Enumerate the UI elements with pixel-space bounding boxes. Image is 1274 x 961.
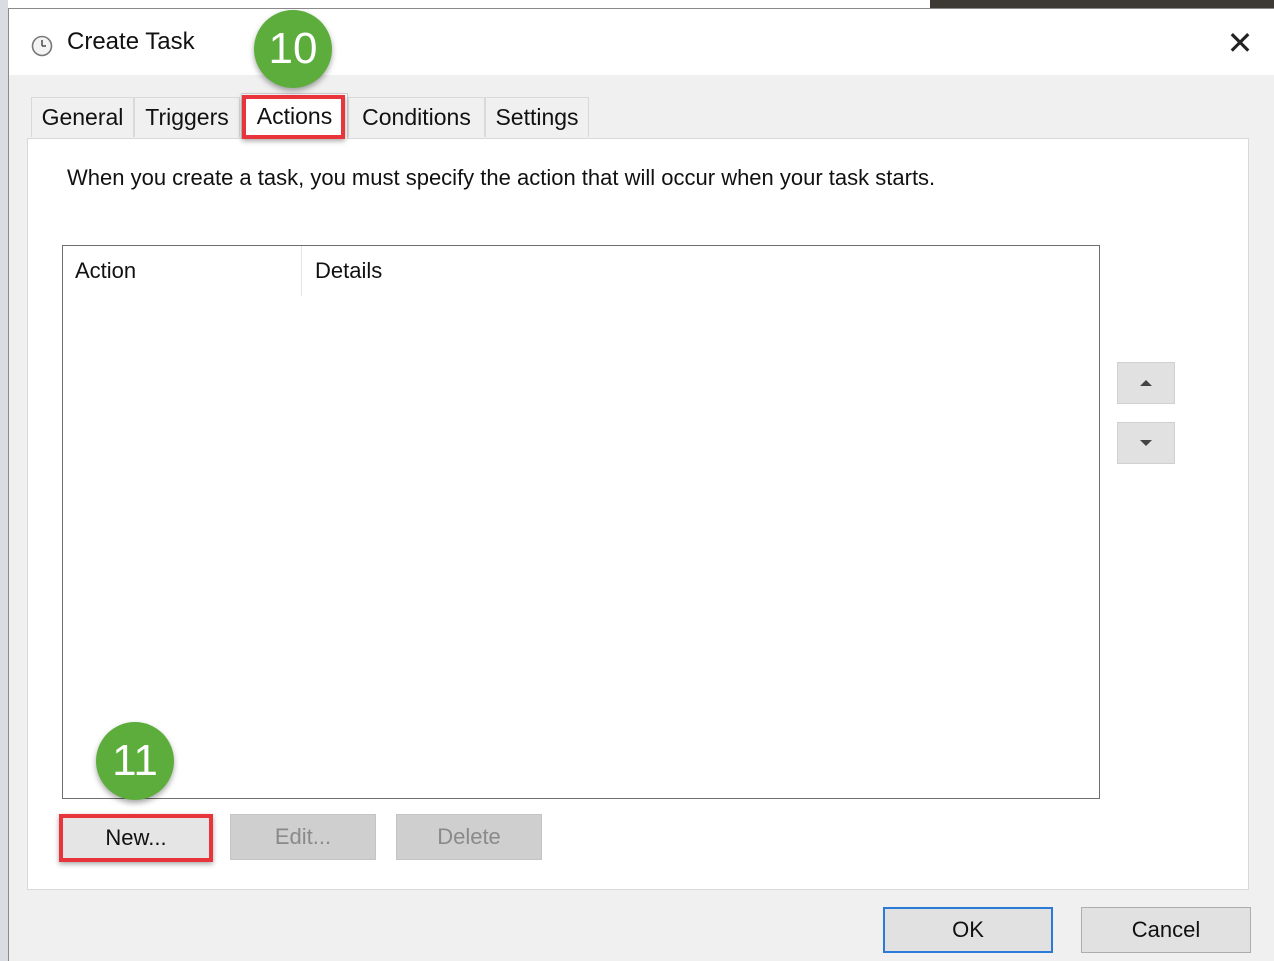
column-header-details[interactable]: Details xyxy=(315,258,382,284)
step-badge: 10 xyxy=(254,10,332,88)
step-badge: 11 xyxy=(96,722,174,800)
clock-icon xyxy=(31,35,53,57)
tab-triggers[interactable]: Triggers xyxy=(134,97,240,137)
delete-action-button[interactable]: Delete xyxy=(396,814,542,860)
actions-list[interactable]: Action Details xyxy=(62,245,1100,799)
tab-label: Settings xyxy=(495,104,579,130)
tab-label: General xyxy=(41,104,124,130)
cancel-button[interactable]: Cancel xyxy=(1081,907,1251,953)
tab-label: Conditions xyxy=(362,104,471,130)
column-header-action[interactable]: Action xyxy=(75,258,136,284)
step-number: 10 xyxy=(268,24,318,73)
edit-action-button[interactable]: Edit... xyxy=(230,814,376,860)
step-number: 11 xyxy=(112,736,158,785)
tab-conditions[interactable]: Conditions xyxy=(348,97,485,137)
close-icon: ✕ xyxy=(1226,25,1254,61)
ok-button-label: OK xyxy=(952,917,984,942)
tab-general[interactable]: General xyxy=(31,97,134,137)
instruction-text: When you create a task, you must specify… xyxy=(67,165,936,190)
triangle-up-icon xyxy=(1140,380,1152,386)
new-button-label: New... xyxy=(105,825,167,850)
cancel-button-label: Cancel xyxy=(1131,917,1201,942)
title-bar: Create Task ✕ xyxy=(9,9,1274,75)
window-title: Create Task xyxy=(67,28,195,55)
move-up-button[interactable] xyxy=(1117,362,1175,404)
edit-button-label: Edit... xyxy=(274,824,332,849)
triangle-down-icon xyxy=(1140,440,1152,446)
create-task-dialog: Create Task ✕ General Triggers Condition… xyxy=(8,8,1274,961)
ok-button[interactable]: OK xyxy=(883,907,1053,953)
new-action-button[interactable]: New... xyxy=(59,814,213,862)
tab-label: Triggers xyxy=(145,104,229,130)
background-edge xyxy=(0,0,8,961)
column-divider[interactable] xyxy=(301,246,302,296)
delete-button-label: Delete xyxy=(437,824,501,849)
tab-settings[interactable]: Settings xyxy=(485,97,589,137)
tab-actions-highlight xyxy=(242,95,345,139)
move-down-button[interactable] xyxy=(1117,422,1175,464)
close-button[interactable]: ✕ xyxy=(1220,23,1260,63)
